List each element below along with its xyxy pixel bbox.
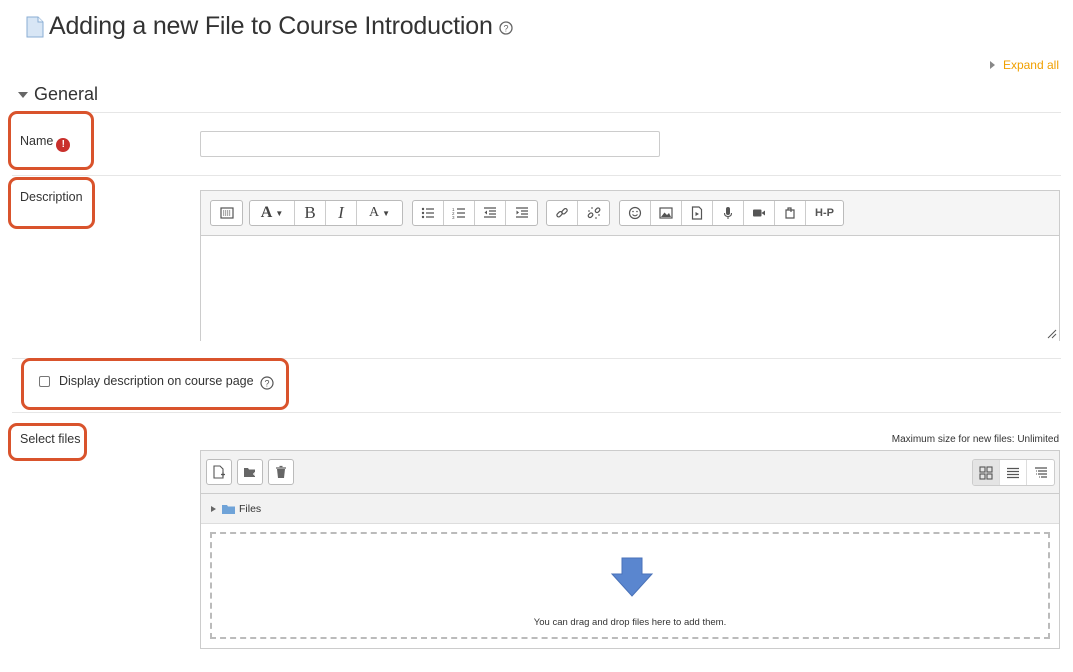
record-video-button[interactable]: [744, 201, 775, 225]
page-title: Adding a new File to Course Introduction: [49, 12, 493, 40]
file-path-bar[interactable]: Files: [201, 494, 1059, 524]
expand-all-label: Expand all: [1002, 58, 1059, 72]
tree-view-icon: [1034, 466, 1047, 478]
create-folder-button[interactable]: [237, 459, 263, 485]
toolbar-group-style: A ▼ B I A ▼: [249, 200, 403, 226]
svg-text:?: ?: [503, 23, 508, 33]
file-icon: [26, 16, 44, 37]
outdent-button[interactable]: [475, 201, 506, 225]
unlink-icon: [587, 207, 600, 219]
toolbar-group-lists: 123: [412, 200, 538, 226]
max-size-text: Maximum size for new files: Unlimited: [891, 434, 1059, 445]
media-button[interactable]: [682, 201, 713, 225]
expand-arrow-icon: [211, 505, 216, 512]
toolbar-group-links: [546, 200, 610, 226]
view-toggle-group: [972, 459, 1055, 486]
unlink-button[interactable]: [578, 201, 609, 225]
text-style-button[interactable]: A ▼: [357, 201, 402, 225]
section-general-title: General: [34, 84, 99, 104]
list-view-button[interactable]: [1000, 460, 1027, 485]
svg-text:3: 3: [452, 215, 455, 220]
divider: [12, 112, 1061, 113]
file-manager-toolbar: [201, 451, 1059, 494]
grid-view-button[interactable]: [973, 460, 1000, 485]
display-description-checkbox[interactable]: [39, 376, 50, 387]
record-audio-button[interactable]: [713, 201, 744, 225]
record-audio-icon: [723, 207, 733, 219]
emoji-button[interactable]: [620, 201, 651, 225]
name-input[interactable]: [200, 131, 660, 157]
manage-files-icon: [785, 207, 795, 219]
description-textarea[interactable]: [201, 236, 1059, 341]
display-description-label: Display description on course page: [59, 374, 254, 388]
divider: [12, 412, 1061, 413]
name-label: Name!: [20, 134, 71, 152]
outdent-icon: [484, 207, 496, 218]
expand-all-link[interactable]: Expand all: [989, 58, 1059, 72]
text-style-icon: A: [368, 205, 380, 220]
list-view-icon: [1007, 467, 1019, 478]
bold-icon: B: [304, 203, 316, 222]
link-button[interactable]: [547, 201, 578, 225]
description-label: Description: [20, 190, 83, 204]
record-video-icon: [753, 209, 765, 217]
section-general-toggle[interactable]: General: [18, 84, 98, 105]
manage-files-button[interactable]: [775, 201, 806, 225]
ordered-list-button[interactable]: 123: [444, 201, 475, 225]
folder-icon: [222, 504, 235, 514]
help-icon[interactable]: ?: [499, 20, 513, 35]
page-header: Adding a new File to Course Introduction…: [26, 12, 513, 41]
bold-button[interactable]: B: [295, 201, 326, 225]
italic-icon: I: [338, 203, 344, 222]
collapse-arrow-icon: [18, 91, 28, 98]
svg-text:?: ?: [264, 379, 269, 389]
create-folder-icon: [244, 468, 257, 477]
ordered-list-icon: 123: [452, 207, 465, 220]
tree-view-button[interactable]: [1027, 460, 1054, 485]
font-size-icon: A: [260, 204, 273, 221]
collapse-icon: [219, 207, 234, 219]
indent-icon: [515, 207, 528, 218]
collapse-toolbar-button[interactable]: [211, 201, 242, 225]
description-editor: A ▼ B I A ▼ 123 H-P: [200, 190, 1060, 341]
h5p-button[interactable]: H-P: [806, 201, 843, 225]
h5p-icon: H-P: [815, 207, 834, 219]
toolbar-group-collapse: [210, 200, 243, 226]
file-dropzone[interactable]: You can drag and drop files here to add …: [210, 532, 1050, 639]
media-icon: [691, 206, 703, 220]
indent-button[interactable]: [506, 201, 537, 225]
toolbar-group-media: H-P: [619, 200, 844, 226]
required-icon: !: [56, 138, 71, 152]
font-size-button[interactable]: A ▼: [250, 201, 295, 225]
emoji-icon: [628, 206, 642, 220]
expand-arrow-icon: [989, 61, 995, 69]
link-icon: [556, 207, 568, 218]
grid-view-icon: [979, 465, 993, 480]
editor-toolbar: A ▼ B I A ▼ 123 H-P: [201, 191, 1059, 236]
unordered-list-icon: [421, 207, 434, 219]
drop-message: You can drag and drop files here to add …: [533, 617, 727, 628]
file-path-label: Files: [239, 502, 262, 515]
download-arrow-icon: [610, 557, 654, 597]
name-label-text: Name: [20, 134, 54, 148]
add-file-icon: [213, 465, 225, 479]
unordered-list-button[interactable]: [413, 201, 444, 225]
delete-icon: [276, 465, 286, 478]
italic-button[interactable]: I: [326, 201, 357, 225]
resize-handle-icon[interactable]: [1047, 329, 1057, 339]
select-files-label: Select files: [20, 432, 81, 446]
add-file-button[interactable]: [206, 459, 232, 485]
help-icon[interactable]: ?: [260, 376, 274, 390]
divider: [12, 175, 1061, 176]
delete-button[interactable]: [268, 459, 294, 485]
file-manager: Files You can drag and drop files here t…: [200, 450, 1060, 649]
image-icon: [659, 207, 673, 219]
image-button[interactable]: [651, 201, 682, 225]
